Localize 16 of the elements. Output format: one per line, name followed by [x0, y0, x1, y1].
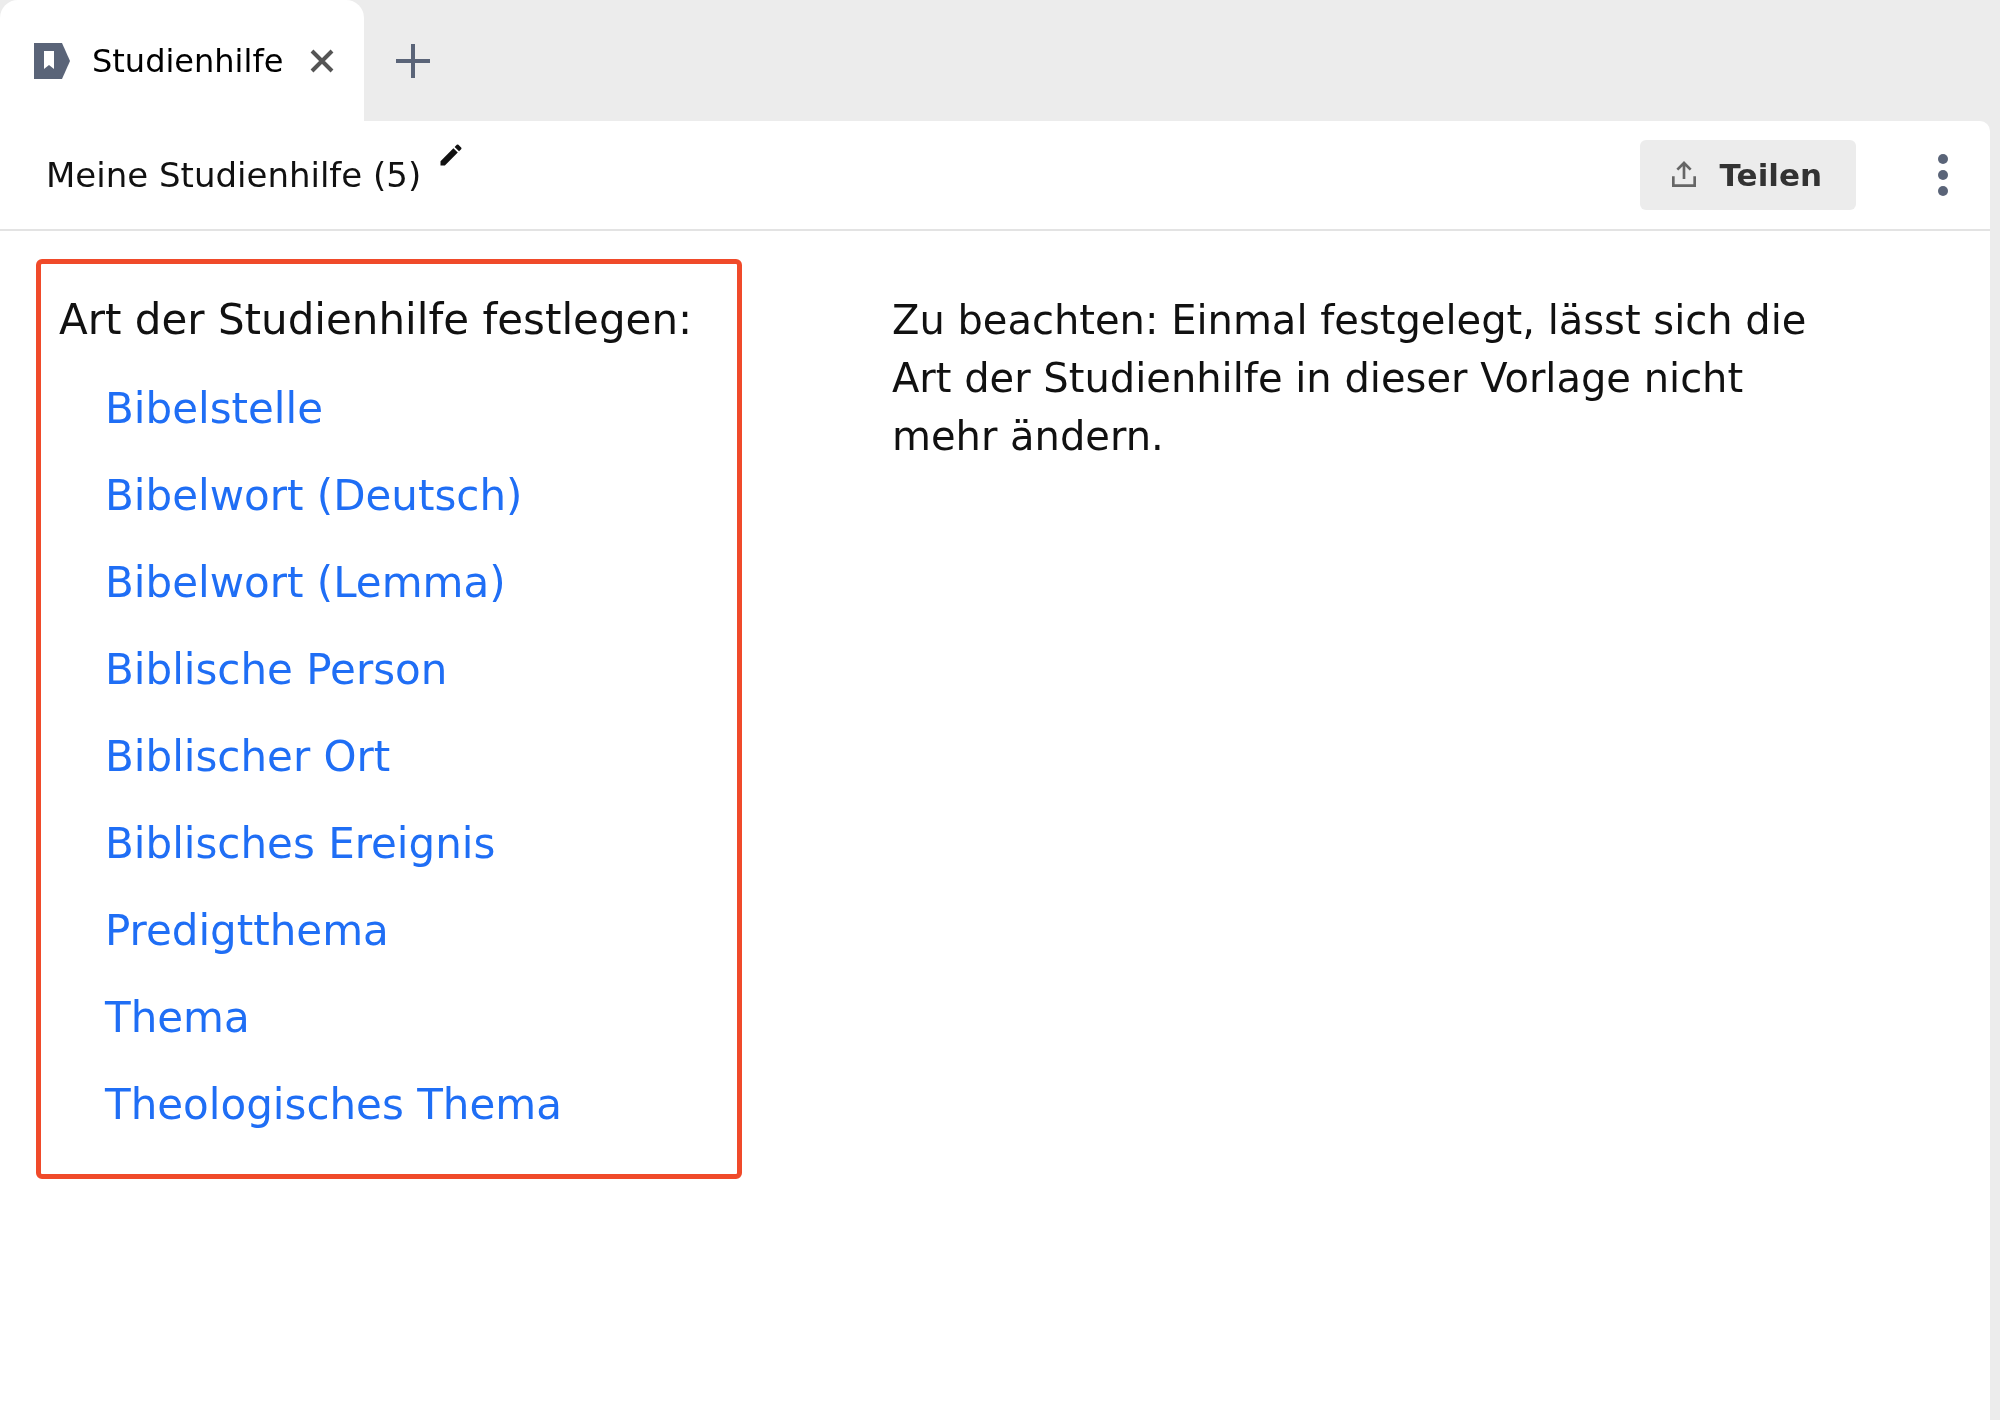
more-options-icon[interactable] — [1936, 153, 1950, 197]
type-option-link[interactable]: Thema — [59, 974, 717, 1061]
tab[interactable]: Studienhilfe — [0, 0, 364, 121]
document-title: Meine Studienhilfe (5) — [46, 153, 422, 197]
type-option-link[interactable]: Biblischer Ort — [59, 713, 717, 800]
type-option-link[interactable]: Bibelwort (Lemma) — [59, 539, 717, 626]
type-option-link[interactable]: Bibelwort (Deutsch) — [59, 452, 717, 539]
type-option-link[interactable]: Bibelstelle — [59, 365, 717, 452]
type-option-link[interactable]: Predigtthema — [59, 887, 717, 974]
type-option-link[interactable]: Theologisches Thema — [59, 1061, 717, 1148]
picker-heading: Art der Studienhilfe festlegen: — [59, 294, 694, 346]
type-option-link[interactable]: Biblisches Ereignis — [59, 800, 717, 887]
share-button[interactable]: Teilen — [1639, 139, 1856, 211]
note-text: Zu beachten: Einmal festgelegt, lässt sich die Art der Studienhilfe in dieser Vorlage nicht mehr ändern. — [892, 296, 1808, 461]
type-option-link[interactable]: Biblische Person — [59, 626, 717, 713]
plus-icon — [394, 41, 432, 80]
